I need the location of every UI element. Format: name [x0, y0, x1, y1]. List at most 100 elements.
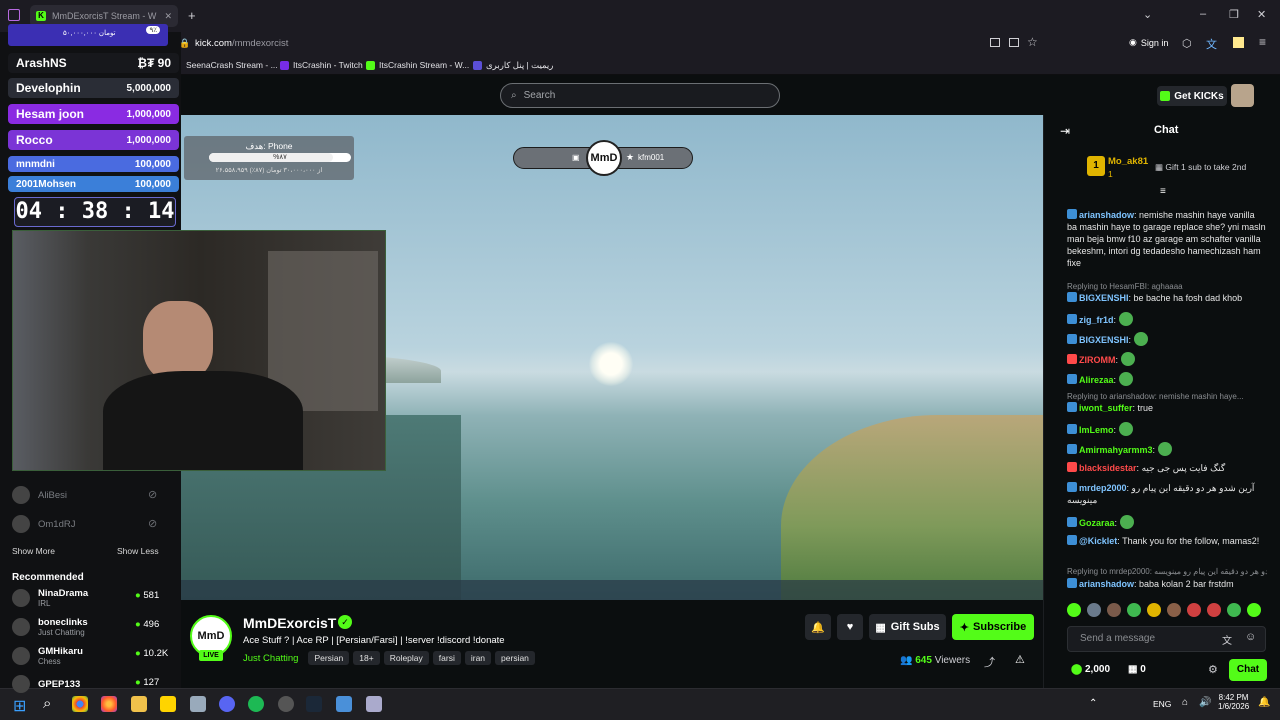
bookmark-item[interactable]: SeenaCrash Stream - ...: [186, 60, 278, 70]
chevron-down-icon[interactable]: ⌄: [1143, 8, 1152, 21]
chat-username[interactable]: blacksidestar: [1079, 463, 1137, 473]
search-input[interactable]: ⌕ Search: [500, 83, 780, 108]
gift-subs-button[interactable]: ▦ Gift Subs: [869, 614, 946, 640]
file-explorer-icon[interactable]: [131, 696, 147, 712]
menu-icon[interactable]: ≡: [1259, 35, 1266, 49]
subscribe-button[interactable]: ✦ Subscribe: [952, 614, 1034, 640]
chat-message-input[interactable]: Send a message: [1067, 626, 1266, 652]
chat-username[interactable]: Alirezaa: [1079, 375, 1114, 385]
tray-chevron-icon[interactable]: ⌃: [1089, 698, 1097, 709]
pip-icon[interactable]: [990, 38, 1000, 47]
recommended-channel[interactable]: NinaDrama IRL: [12, 588, 88, 608]
share-icon[interactable]: ⤴: [984, 654, 995, 670]
channel-name[interactable]: MmDExorcisT: [243, 615, 336, 631]
translate-icon[interactable]: 文: [1206, 36, 1217, 52]
bookmark-item[interactable]: ریمیت | پنل کاربری: [473, 60, 553, 71]
expand-pinned-icon[interactable]: ≡: [1160, 186, 1166, 197]
steam-icon[interactable]: [306, 696, 322, 712]
chat-username[interactable]: zig_fr1d: [1079, 315, 1114, 325]
close-window-icon[interactable]: ✕: [1257, 8, 1266, 21]
emote-icon[interactable]: [1167, 603, 1181, 617]
tag-chip[interactable]: Persian: [308, 651, 350, 665]
emote-icon[interactable]: [1107, 603, 1121, 617]
tag-chip[interactable]: iran: [464, 651, 492, 665]
sticky-notes-icon[interactable]: [160, 696, 176, 712]
chat-message[interactable]: BIGXENSHI: be bache ha fosh dad khob: [1067, 292, 1267, 304]
chat-message[interactable]: arianshadow: nemishe mashin haye vanilla…: [1067, 209, 1267, 269]
emote-icon[interactable]: [1247, 603, 1261, 617]
sign-in-button[interactable]: ◉ Sign in: [1129, 37, 1168, 48]
chat-username[interactable]: mrdep2000: [1079, 483, 1127, 493]
category-link[interactable]: Just Chatting: [243, 653, 298, 664]
chat-username[interactable]: Amirmahyarmm3: [1079, 445, 1153, 455]
emoji-icon[interactable]: ☺: [1245, 631, 1256, 643]
chat-message[interactable]: mrdep2000: آرین شدو هر دو دقیقه این پیام…: [1067, 482, 1267, 506]
chat-username[interactable]: @Kicklet: [1079, 536, 1117, 546]
chat-username[interactable]: ImLemo: [1079, 425, 1114, 435]
tag-chip[interactable]: Roleplay: [383, 651, 429, 665]
chat-username[interactable]: ZIROMM: [1079, 355, 1116, 365]
extension-note-icon[interactable]: [1233, 37, 1244, 48]
volume-icon[interactable]: 🔊: [1199, 697, 1211, 708]
chat-message[interactable]: zig_fr1d:: [1067, 312, 1267, 326]
translate-icon[interactable]: 文: [1222, 632, 1232, 647]
chat-message[interactable]: ZIROMM:: [1067, 352, 1267, 366]
get-kicks-button[interactable]: Get KICKs: [1157, 86, 1227, 106]
emote-icon[interactable]: [1127, 603, 1141, 617]
followed-channel[interactable]: Om1dRJ: [12, 515, 75, 533]
gift-counter[interactable]: ▦ 0: [1128, 664, 1146, 675]
emote-icon[interactable]: [1087, 603, 1101, 617]
chat-message[interactable]: BIGXENSHI:: [1067, 332, 1267, 346]
windows-start-icon[interactable]: ⊞: [13, 696, 26, 716]
chat-message[interactable]: iwont_suffer: true: [1067, 402, 1267, 414]
tag-chip[interactable]: farsi: [432, 651, 461, 665]
chat-message[interactable]: Gozaraa:: [1067, 515, 1267, 529]
minimize-icon[interactable]: –: [1200, 8, 1206, 20]
emote-icon[interactable]: [1147, 603, 1161, 617]
show-more-button[interactable]: Show More: [12, 546, 55, 556]
show-less-button[interactable]: Show Less: [117, 546, 159, 556]
chat-message[interactable]: Alirezaa:: [1067, 372, 1267, 386]
chat-username[interactable]: iwont_suffer: [1079, 403, 1133, 413]
obs-icon[interactable]: [278, 696, 294, 712]
emote-icon[interactable]: [1187, 603, 1201, 617]
extensions-icon[interactable]: ⬡: [1182, 37, 1192, 50]
calculator-icon[interactable]: [366, 696, 382, 712]
recommended-channel[interactable]: boneclinks Just Chatting: [12, 617, 88, 637]
app-icon[interactable]: [190, 696, 206, 712]
notifications-icon[interactable]: 🔔: [1258, 697, 1270, 708]
channel-points[interactable]: ⬤ 2,000: [1071, 664, 1110, 675]
discord-icon[interactable]: [219, 696, 235, 712]
chat-message[interactable]: @Kicklet: Thank you for the follow, mama…: [1067, 535, 1267, 547]
bookmark-item[interactable]: ItsCrashin - Twitch: [280, 60, 363, 70]
spotify-icon[interactable]: [248, 696, 264, 712]
bookmark-star-icon[interactable]: ☆: [1027, 35, 1038, 49]
user-avatar[interactable]: [1231, 84, 1254, 107]
maximize-icon[interactable]: ❐: [1229, 8, 1239, 21]
send-chat-button[interactable]: Chat: [1229, 659, 1267, 681]
clock[interactable]: 8:42 PM 1/6/2026: [1218, 693, 1249, 711]
chat-username[interactable]: arianshadow: [1079, 579, 1134, 589]
emote-icon[interactable]: [1207, 603, 1221, 617]
chat-message[interactable]: arianshadow: baba kolan 2 bar frstdm: [1067, 578, 1267, 590]
report-icon[interactable]: ⚠: [1015, 653, 1025, 666]
followed-channel[interactable]: AliBesi: [12, 486, 67, 504]
tag-chip[interactable]: persian: [495, 651, 535, 665]
chat-message[interactable]: ImLemo:: [1067, 422, 1267, 436]
emote-icon[interactable]: [1227, 603, 1241, 617]
chat-settings-gear-icon[interactable]: ⚙: [1208, 663, 1218, 676]
tab-list-icon[interactable]: [8, 9, 20, 21]
notepad-icon[interactable]: [336, 696, 352, 712]
search-icon[interactable]: ⌕: [43, 695, 51, 712]
language-indicator[interactable]: ENG: [1153, 699, 1171, 709]
chat-message[interactable]: blacksidestar: گنگ فایت پس جی جیه: [1067, 462, 1267, 474]
network-icon[interactable]: ⌂: [1182, 697, 1188, 708]
url-field[interactable]: kick.com/mmdexorcist: [195, 38, 288, 49]
recommended-channel[interactable]: GPEP133: [12, 675, 80, 693]
bookmark-item[interactable]: ItsCrashin Stream - W...: [366, 60, 469, 70]
tag-chip[interactable]: 18+: [353, 651, 380, 665]
collapse-chat-icon[interactable]: ⇥: [1060, 124, 1070, 138]
chat-username[interactable]: Gozaraa: [1079, 518, 1115, 528]
close-tab-icon[interactable]: ✕: [164, 11, 172, 22]
firefox-icon[interactable]: [101, 696, 117, 712]
